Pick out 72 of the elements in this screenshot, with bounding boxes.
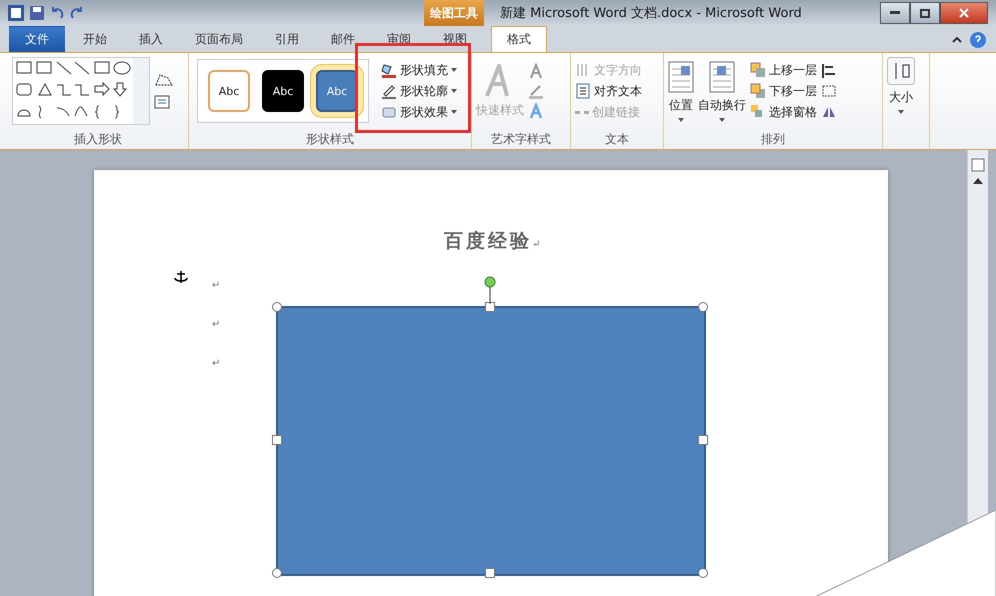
close-button[interactable] [940,2,988,24]
ribbon-tab[interactable]: 格式 [491,26,547,52]
resize-handle[interactable] [272,568,282,578]
paragraph-mark: ↵ [212,319,220,330]
dropdown-arrow-icon[interactable] [451,68,457,72]
resize-handle[interactable] [698,435,708,445]
help-icon[interactable] [970,32,986,48]
shape-gallery-drawing[interactable] [12,57,150,125]
paragraph-mark: ↵ [212,280,220,291]
resize-handle[interactable] [485,568,495,578]
undo-icon[interactable] [50,6,64,20]
text-wrap-icon [709,60,735,92]
anchor-icon [174,270,188,284]
resize-handle[interactable] [698,568,708,578]
contextual-tab-group: 绘图工具 [424,0,484,26]
align-text-icon [575,83,591,99]
arrange-command[interactable]: 选择窗格 [750,102,817,122]
paint-bucket-icon [381,62,397,78]
shape-format-command[interactable]: 形状效果 [381,102,457,122]
dropdown-arrow-icon[interactable] [898,110,904,114]
group-label: 艺术字样式 [490,131,552,148]
dropdown-arrow-icon[interactable] [719,118,725,122]
resize-handle[interactable] [485,302,495,312]
dropdown-arrow-icon[interactable] [678,118,684,122]
dropdown-arrow-icon[interactable] [451,110,457,114]
shape-style-thumbnail[interactable]: Abc [208,70,250,112]
group-label: 形状样式 [305,131,355,148]
text-outline-icon[interactable] [528,83,544,99]
maximize-button[interactable] [910,2,940,24]
dropdown-arrow-icon[interactable] [451,89,457,93]
document-heading: 百度经验↵ [444,229,544,254]
align-icon[interactable] [821,64,837,78]
bring-forward-icon [750,62,766,78]
page-position-icon [668,60,694,92]
resize-handle[interactable] [272,302,282,312]
paragraph-mark: ↵ [212,358,220,369]
resize-handle[interactable] [272,435,282,445]
ribbon-tab[interactable]: 页面布局 [179,26,259,52]
arrange-button[interactable]: 位置 [668,60,694,122]
ribbon-tab[interactable]: 开始 [67,26,123,52]
ribbon-tab[interactable]: 插入 [123,26,179,52]
ribbon-tab[interactable]: 引用 [259,26,315,52]
pencil-icon [381,83,397,99]
arrange-command[interactable]: 上移一层 [750,60,817,80]
rotation-handle[interactable] [484,276,496,304]
group-label: 文本 [604,131,630,148]
save-icon[interactable] [30,6,44,20]
size-icon [887,57,915,85]
text-command[interactable]: 对齐文本 [575,80,642,102]
text-fill-icon[interactable] [528,63,544,79]
group-label: 排列 [760,131,786,148]
group-label: 插入形状 [73,131,123,148]
resize-handle[interactable] [698,302,708,312]
ruler-toggle-icon[interactable] [971,158,985,172]
group-icon[interactable] [821,84,837,98]
minimize-button[interactable] [880,2,910,24]
size-button[interactable]: 大小 [887,57,915,114]
ribbon-tab[interactable]: 文件 [9,26,65,52]
window-title: 新建 Microsoft Word 文档.docx - Microsoft Word [500,5,802,22]
collapse-ribbon-icon[interactable] [952,37,962,43]
close-icon [959,8,969,18]
shape-style-thumbnail[interactable]: Abc [262,70,304,112]
redo-icon[interactable] [70,6,84,20]
shape-format-command[interactable]: 形状填充 [381,60,457,80]
scroll-up-icon[interactable] [973,178,983,184]
arrange-button[interactable]: 自动换行 [698,60,746,122]
send-backward-icon [750,83,766,99]
minimize-icon [890,11,900,15]
ribbon-tab[interactable]: 邮件 [315,26,371,52]
shape-format-command[interactable]: 形状轮廓 [381,80,457,102]
arrange-command[interactable]: 下移一层 [750,80,817,102]
maximize-icon [920,8,930,18]
